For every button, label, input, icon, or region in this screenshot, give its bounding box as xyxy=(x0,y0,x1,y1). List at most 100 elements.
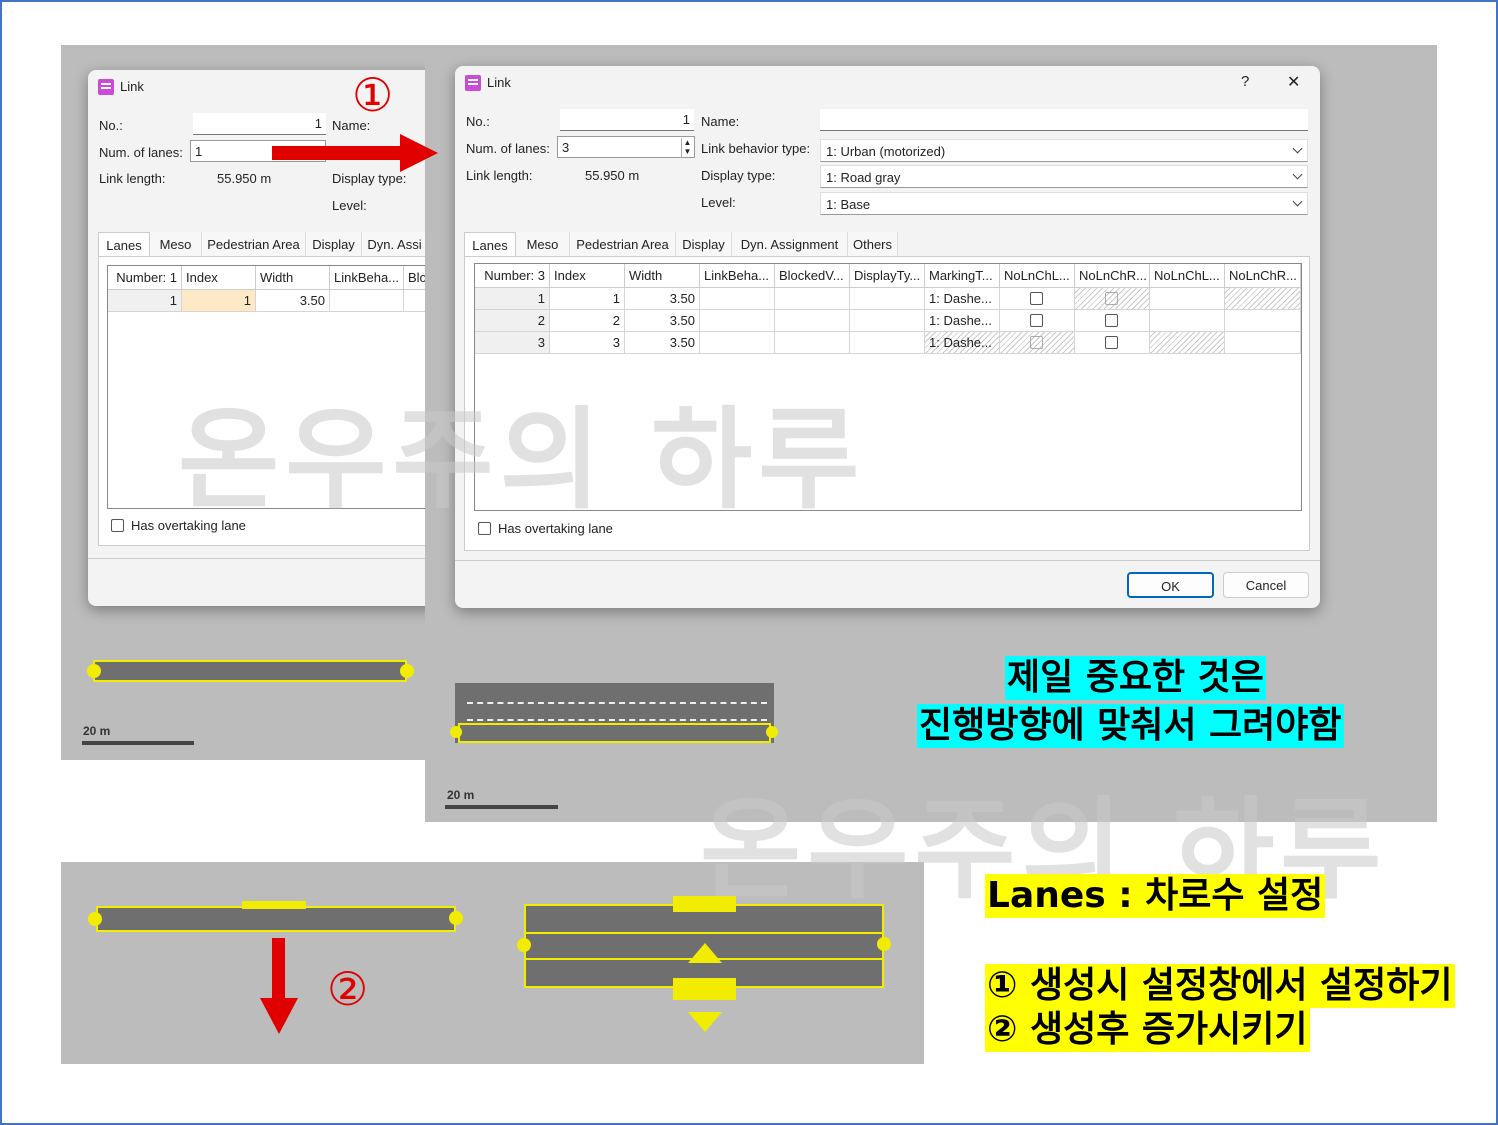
ok-button[interactable]: OK xyxy=(1127,572,1214,598)
cell-nolnchl-1[interactable] xyxy=(1000,310,1075,332)
no-label: No.: xyxy=(99,118,123,133)
no-field[interactable]: 1 xyxy=(193,113,326,135)
cell-nolnchr-1[interactable] xyxy=(1075,332,1150,354)
header-nolnchl-2[interactable]: NoLnChL... xyxy=(1150,264,1225,288)
tab-lanes[interactable]: Lanes xyxy=(464,232,516,256)
lanes-field[interactable]: 3 xyxy=(557,136,695,158)
cell-nolnchr-1[interactable] xyxy=(1075,310,1150,332)
display-type-select[interactable]: 1: Road gray xyxy=(820,165,1308,188)
tab-dyn-assignment[interactable]: Dyn. Assi xyxy=(362,232,428,256)
titlebar: Link xyxy=(88,70,448,104)
display-type-label: Display type: xyxy=(701,168,776,183)
footer-divider xyxy=(455,560,1320,561)
header-number[interactable]: Number: 1 xyxy=(108,266,182,290)
name-field[interactable] xyxy=(820,109,1308,131)
length-value: 55.950 m xyxy=(217,171,272,186)
no-field[interactable]: 1 xyxy=(560,109,694,131)
cell-nolnchl-2[interactable] xyxy=(1150,288,1225,310)
checkbox-disabled xyxy=(1105,292,1118,305)
header-index[interactable]: Index xyxy=(182,266,256,290)
scale-bar-right xyxy=(445,805,558,809)
cell-blocked[interactable] xyxy=(775,310,850,332)
cell-width[interactable]: 3.50 xyxy=(625,288,700,310)
behavior-select[interactable]: 1: Urban (motorized) xyxy=(820,139,1308,162)
checkbox[interactable] xyxy=(1030,314,1043,327)
tab-dyn-assignment[interactable]: Dyn. Assignment xyxy=(732,232,848,256)
tab-pedestrian-area[interactable]: Pedestrian Area xyxy=(570,232,676,256)
scale-label-right: 20 m xyxy=(447,788,475,802)
header-displaytype[interactable]: DisplayTy... xyxy=(850,264,925,288)
cell-number[interactable]: 1 xyxy=(108,290,182,312)
checkbox[interactable] xyxy=(1105,336,1118,349)
cell-width[interactable]: 3.50 xyxy=(256,290,330,312)
cell-blocked[interactable] xyxy=(775,332,850,354)
header-width[interactable]: Width xyxy=(625,264,700,288)
cell-index[interactable]: 2 xyxy=(550,310,625,332)
cancel-button[interactable]: Cancel xyxy=(1223,572,1309,598)
note-method2: ② 생성후 증가시키기 xyxy=(985,1008,1310,1052)
tab-lanes[interactable]: Lanes xyxy=(98,232,150,256)
header-width[interactable]: Width xyxy=(256,266,330,290)
cell-number[interactable]: 1 xyxy=(475,288,550,310)
header-linkbehavior[interactable]: LinkBeha... xyxy=(700,264,775,288)
header-index[interactable]: Index xyxy=(550,264,625,288)
overtaking-checkbox[interactable] xyxy=(111,519,124,532)
cell-blocked[interactable] xyxy=(775,288,850,310)
length-label: Link length: xyxy=(466,168,533,183)
header-linkbehavior[interactable]: LinkBeha... xyxy=(330,266,404,290)
cell-width[interactable]: 3.50 xyxy=(625,332,700,354)
header-blocked[interactable]: BlockedV... xyxy=(775,264,850,288)
tab-others[interactable]: Others xyxy=(848,232,898,256)
checkbox[interactable] xyxy=(1030,292,1043,305)
tab-meso[interactable]: Meso xyxy=(516,232,570,256)
cell-linkbehavior[interactable] xyxy=(330,290,404,312)
header-markingtype[interactable]: MarkingT... xyxy=(925,264,1000,288)
road-selected-lane xyxy=(458,723,771,743)
lane-selection-handle xyxy=(242,901,306,909)
header-nolnchr-2[interactable]: NoLnChR... xyxy=(1225,264,1301,288)
level-select[interactable]: 1: Base xyxy=(820,192,1308,215)
cell-linkbehavior[interactable] xyxy=(700,288,775,310)
lanes-spinner[interactable]: ▲ ▼ xyxy=(681,138,693,158)
cell-index[interactable]: 1 xyxy=(182,290,256,312)
cell-nolnchl-1[interactable] xyxy=(1000,288,1075,310)
chevron-down-icon xyxy=(1292,143,1303,154)
link-end-point xyxy=(449,911,463,925)
link-end-point xyxy=(400,664,414,678)
checkbox[interactable] xyxy=(1105,314,1118,327)
triangle-down-icon xyxy=(688,1012,722,1032)
cell-markingtype[interactable]: 1: Dashe... xyxy=(925,310,1000,332)
cell-linkbehavior[interactable] xyxy=(700,332,775,354)
vissim-app-icon xyxy=(98,79,114,95)
lane-divider xyxy=(526,932,882,934)
tab-pedestrian-area[interactable]: Pedestrian Area xyxy=(202,232,306,256)
cell-index[interactable]: 3 xyxy=(550,332,625,354)
cell-width[interactable]: 3.50 xyxy=(625,310,700,332)
cell-nolnchr-2[interactable] xyxy=(1225,310,1301,332)
tab-display[interactable]: Display xyxy=(676,232,732,256)
close-icon[interactable]: ✕ xyxy=(1287,72,1300,92)
header-nolnchl-1[interactable]: NoLnChL... xyxy=(1000,264,1075,288)
cell-displaytype[interactable] xyxy=(850,310,925,332)
header-number[interactable]: Number: 3 xyxy=(475,264,550,288)
cell-number[interactable]: 2 xyxy=(475,310,550,332)
cell-displaytype[interactable] xyxy=(850,288,925,310)
cell-linkbehavior[interactable] xyxy=(700,310,775,332)
cell-displaytype[interactable] xyxy=(850,332,925,354)
cell-nolnchl-2[interactable] xyxy=(1150,310,1225,332)
note-important-line2: 진행방향에 맞춰서 그려야함 xyxy=(917,704,1344,748)
cell-markingtype[interactable]: 1: Dashe... xyxy=(925,332,1000,354)
cell-index[interactable]: 1 xyxy=(550,288,625,310)
cell-number[interactable]: 3 xyxy=(475,332,550,354)
triangle-up-icon xyxy=(688,943,722,963)
lanes-label: Num. of lanes: xyxy=(466,141,550,156)
scale-label-left: 20 m xyxy=(83,724,111,738)
tab-meso[interactable]: Meso xyxy=(150,232,202,256)
level-label: Level: xyxy=(701,195,736,210)
cell-markingtype[interactable]: 1: Dashe... xyxy=(925,288,1000,310)
help-icon[interactable]: ? xyxy=(1241,73,1249,90)
road-single-lane xyxy=(93,660,407,682)
tab-display[interactable]: Display xyxy=(306,232,362,256)
header-nolnchr-1[interactable]: NoLnChR... xyxy=(1075,264,1150,288)
cell-nolnchr-2[interactable] xyxy=(1225,332,1301,354)
